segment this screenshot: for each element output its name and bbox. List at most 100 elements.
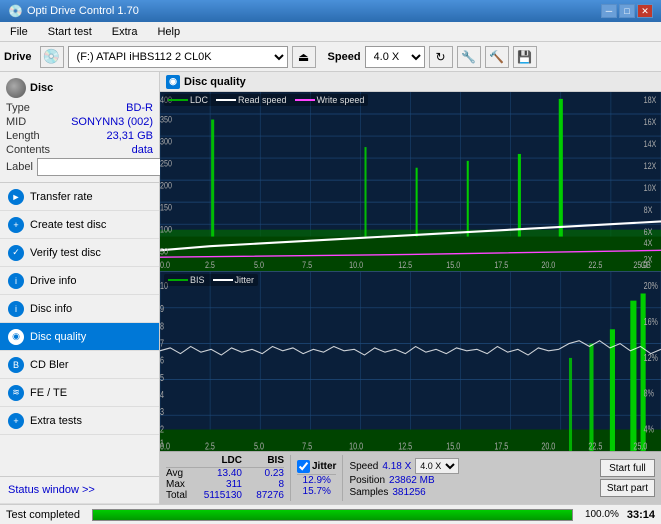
settings-button2[interactable]: 🔨 [485,46,509,68]
nav-icon-cd-bler: B [8,357,24,373]
chart-top-svg: 400 350 300 250 200 150 100 50 0.0 2.5 5… [160,92,661,271]
nav-cd-bler[interactable]: B CD Bler [0,351,159,379]
nav-icon-transfer-rate: ► [8,189,24,205]
svg-text:12.5: 12.5 [398,259,412,270]
nav-extra-tests[interactable]: + Extra tests [0,407,159,435]
menu-start-test[interactable]: Start test [42,24,98,40]
chart-container: LDC Read speed Write speed [160,92,661,451]
disc-type-row: Type BD-R [6,102,153,114]
stats-row-total: Total 5115130 87276 [166,490,284,501]
disc-label-label: Label [6,161,33,173]
eject-button[interactable]: ⏏ [292,46,316,68]
stats-position-label: Position [349,475,385,486]
stats-jitter-col: Jitter 12.9% 15.7% [297,460,336,497]
title-bar-controls: ─ □ ✕ [601,4,653,18]
svg-text:25.0: 25.0 [633,440,647,451]
nav-label-create-test-disc: Create test disc [30,219,106,231]
disc-contents-row: Contents data [6,144,153,156]
menu-help[interactable]: Help [151,24,186,40]
stats-table: LDC BIS Avg 13.40 0.23 Max 311 8 Total 5… [166,455,284,501]
nav-drive-info[interactable]: i Drive info [0,267,159,295]
refresh-button[interactable]: ↻ [429,46,453,68]
svg-text:100: 100 [160,223,172,234]
disc-length-row: Length 23,31 GB [6,130,153,142]
content-area: ◉ Disc quality LDC Read speed [160,72,661,504]
legend-bis: BIS [168,275,205,285]
jitter-checkbox[interactable] [297,460,310,473]
nav-icon-fe-te: ≋ [8,385,24,401]
svg-text:12X: 12X [644,160,657,171]
nav-label-verify-test-disc: Verify test disc [30,247,101,259]
svg-text:20.0: 20.0 [541,259,555,270]
nav-icon-extra-tests: + [8,413,24,429]
stats-col-bis: BIS [246,455,284,466]
disc-icon [6,78,26,98]
stats-divider2 [342,455,343,501]
menu-file[interactable]: File [4,24,34,40]
drive-select[interactable]: (F:) ATAPI iHBS112 2 CL0K [68,46,288,68]
nav-verify-test-disc[interactable]: ✓ Verify test disc [0,239,159,267]
nav-icon-disc-info: i [8,301,24,317]
settings-button1[interactable]: 🔧 [457,46,481,68]
svg-text:5: 5 [160,372,164,384]
svg-text:9: 9 [160,303,164,315]
nav-icon-drive-info: i [8,273,24,289]
nav-create-test-disc[interactable]: + Create test disc [0,211,159,239]
stats-position-col: Speed 4.18 X 4.0 X Position 23862 MB Sam… [349,458,459,498]
svg-text:6: 6 [160,354,164,366]
svg-text:2X: 2X [644,254,653,265]
legend-ldc-color [168,99,188,101]
legend-write-speed-color [295,99,315,101]
nav-fe-te[interactable]: ≋ FE / TE [0,379,159,407]
stats-row-max: Max 311 8 [166,479,284,490]
svg-text:0.0: 0.0 [160,440,170,451]
nav-disc-info[interactable]: i Disc info [0,295,159,323]
minimize-button[interactable]: ─ [601,4,617,18]
title-bar: 💿 Opti Drive Control 1.70 ─ □ ✕ [0,0,661,22]
maximize-button[interactable]: □ [619,4,635,18]
stats-row-avg: Avg 13.40 0.23 [166,468,284,479]
legend-bis-label: BIS [190,275,205,285]
disc-section: Disc Type BD-R MID SONYNN3 (002) Length … [0,72,159,183]
stats-speed-select[interactable]: 4.0 X [415,458,459,474]
svg-text:16X: 16X [644,116,657,127]
svg-text:8X: 8X [644,204,653,215]
nav-label-extra-tests: Extra tests [30,415,82,427]
toolbar: Drive 💿 (F:) ATAPI iHBS112 2 CL0K ⏏ Spee… [0,42,661,72]
stats-max-ldc: 311 [198,479,242,490]
stats-col-ldc: LDC [198,455,242,466]
disc-length-label: Length [6,130,40,142]
legend-read-speed-label: Read speed [238,95,287,105]
nav-transfer-rate[interactable]: ► Transfer rate [0,183,159,211]
save-button[interactable]: 💾 [513,46,537,68]
status-window-btn[interactable]: Status window >> [0,476,159,504]
chart-top-legend: LDC Read speed Write speed [164,94,368,106]
disc-header: Disc [6,78,153,98]
close-button[interactable]: ✕ [637,4,653,18]
start-part-button[interactable]: Start part [600,479,655,497]
nav-label-disc-quality: Disc quality [30,331,86,343]
status-window-label: Status window >> [8,484,95,496]
disc-type-value: BD-R [126,102,153,114]
legend-ldc-label: LDC [190,95,208,105]
svg-text:0.0: 0.0 [160,259,170,270]
svg-text:17.5: 17.5 [494,440,508,451]
quality-icon: ◉ [166,75,180,89]
svg-text:8: 8 [160,320,164,332]
stats-max-label: Max [166,479,194,490]
nav-disc-quality[interactable]: ◉ Disc quality [0,323,159,351]
svg-text:150: 150 [160,201,172,212]
stats-avg-ldc: 13.40 [198,468,242,479]
stats-section: LDC BIS Avg 13.40 0.23 Max 311 8 Total 5… [160,451,661,504]
menu-extra[interactable]: Extra [106,24,144,40]
svg-text:20.0: 20.0 [541,440,555,451]
svg-text:4: 4 [160,389,164,401]
disc-mid-value: SONYNN3 (002) [71,116,153,128]
svg-text:8%: 8% [644,387,655,399]
legend-write-speed-label: Write speed [317,95,365,105]
nav-label-cd-bler: CD Bler [30,359,69,371]
status-time: 33:14 [627,509,655,521]
start-full-button[interactable]: Start full [600,459,655,477]
speed-select[interactable]: 4.0 X 8.0 X [365,46,425,68]
svg-text:12%: 12% [644,352,659,364]
